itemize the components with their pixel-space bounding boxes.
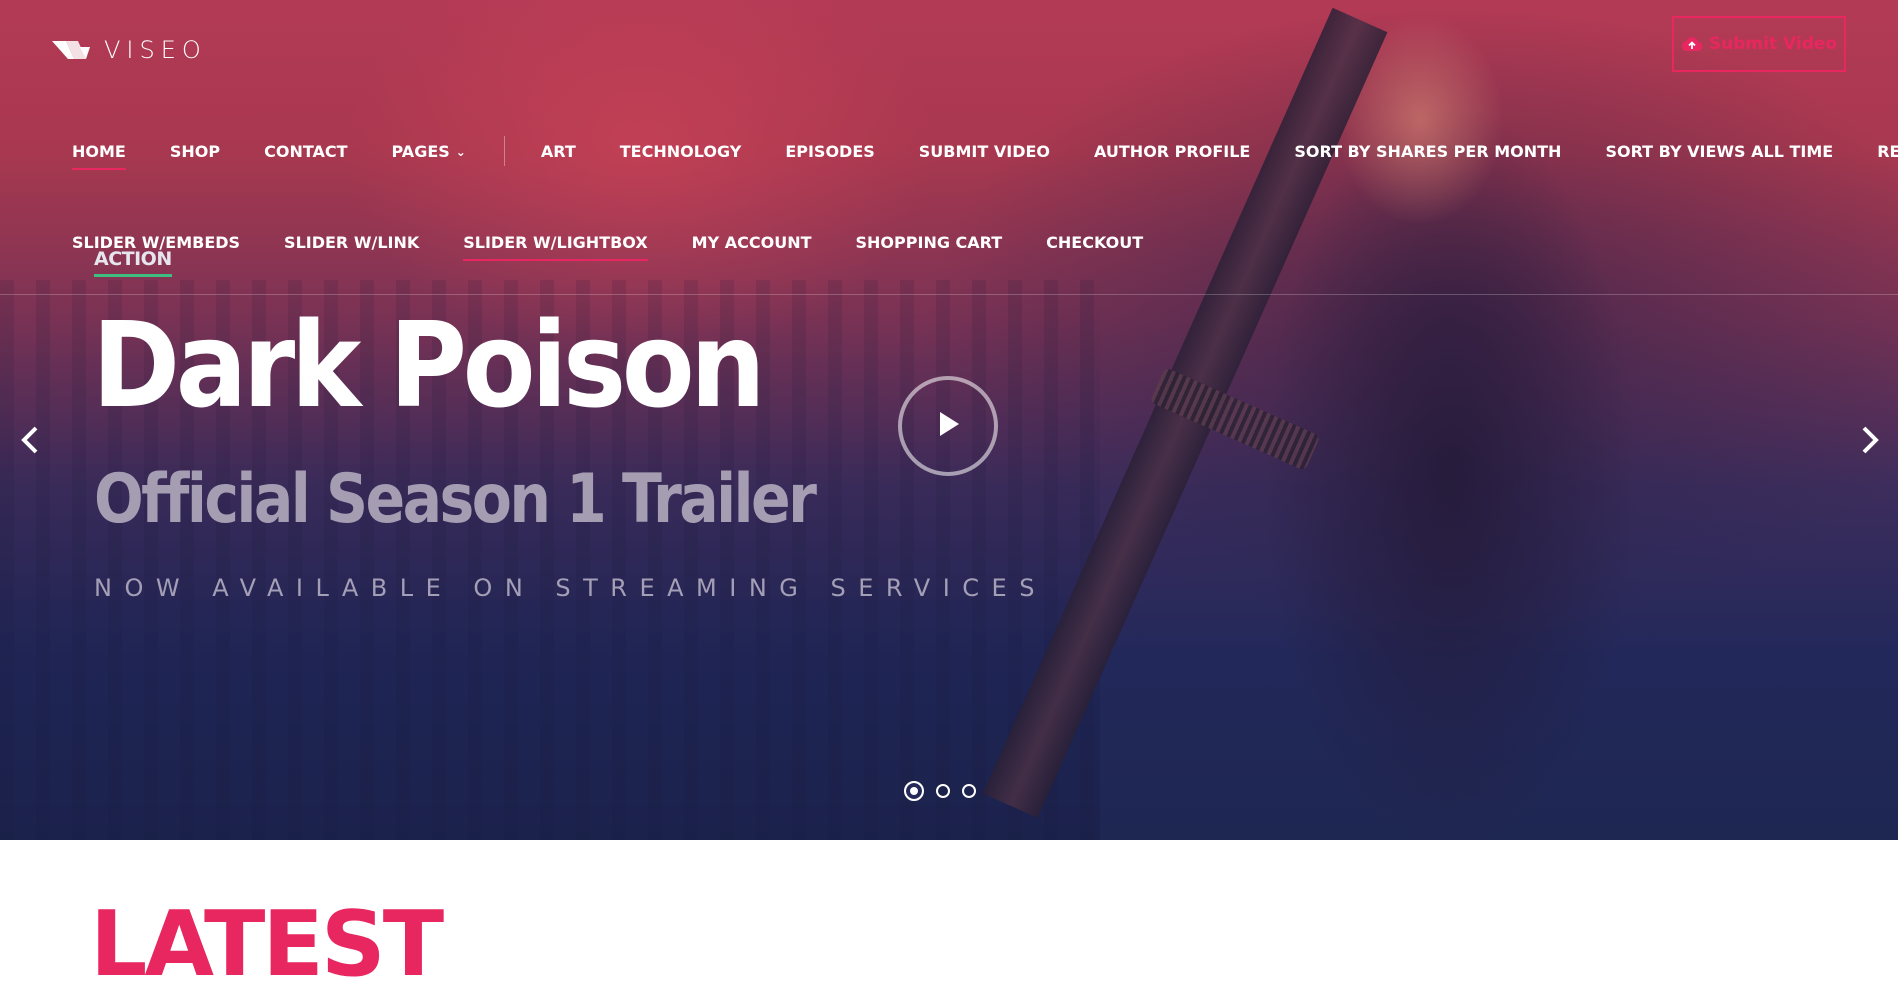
nav-item-contact[interactable]: CONTACT <box>264 142 347 161</box>
chevron-down-icon: ⌄ <box>455 144 466 159</box>
slider-prev-button[interactable] <box>14 420 44 460</box>
slider-pagination <box>904 781 976 801</box>
hero-character-image <box>982 0 1790 840</box>
slide-subtitle: Official Season 1 Trailer <box>94 460 817 539</box>
slide-title: Dark Poison <box>92 296 766 434</box>
slider-dot-2[interactable] <box>936 784 950 798</box>
chevron-left-icon <box>14 426 44 464</box>
nav-item-submit-video[interactable]: SUBMIT VIDEO <box>919 142 1050 161</box>
nav-item-pages-label: PAGES <box>391 141 450 161</box>
nav-item-author-profile[interactable]: AUTHOR PROFILE <box>1094 142 1250 161</box>
nav-item-technology[interactable]: TECHNOLOGY <box>620 142 742 161</box>
site-logo[interactable]: VISEO <box>52 36 207 64</box>
play-icon <box>934 409 962 444</box>
nav-item-sort-by-shares[interactable]: SORT BY SHARES PER MONTH <box>1294 142 1561 161</box>
nav-item-pages[interactable]: PAGES ⌄ <box>392 142 466 161</box>
secondary-nav: SLIDER W/EMBEDS SLIDER W/LINK SLIDER W/L… <box>72 233 1187 261</box>
slider-dot-1[interactable] <box>904 781 924 801</box>
header-divider <box>0 294 1898 295</box>
nav-item-shop[interactable]: SHOP <box>170 142 220 161</box>
latest-section-heading: LATEST <box>90 892 444 997</box>
slide-tagline: NOW AVAILABLE ON STREAMING SERVICES <box>94 574 1047 602</box>
cloud-upload-icon <box>1681 36 1703 52</box>
nav-item-sort-by-views[interactable]: SORT BY VIEWS ALL TIME <box>1605 142 1833 161</box>
submit-video-label: Submit Video <box>1708 34 1838 54</box>
nav-item-shopping-cart[interactable]: SHOPPING CART <box>856 233 1003 252</box>
primary-nav: HOME SHOP CONTACT PAGES ⌄ ART TECHNOLOGY … <box>72 136 1898 170</box>
nav-item-checkout[interactable]: CHECKOUT <box>1046 233 1143 252</box>
slide-category-tag[interactable]: ACTION <box>94 248 172 277</box>
nav-item-register[interactable]: REGISTER <box>1877 142 1898 161</box>
submit-video-button[interactable]: Submit Video <box>1672 16 1846 72</box>
slider-next-button[interactable] <box>1856 420 1886 460</box>
nav-item-my-account[interactable]: MY ACCOUNT <box>692 233 812 252</box>
play-video-button[interactable] <box>898 376 998 476</box>
nav-item-slider-lightbox[interactable]: SLIDER W/LIGHTBOX <box>463 233 649 261</box>
nav-item-art[interactable]: ART <box>541 142 576 161</box>
nav-item-slider-link[interactable]: SLIDER W/LINK <box>284 233 419 252</box>
nav-divider <box>503 136 505 166</box>
chevron-right-icon <box>1856 426 1886 464</box>
nav-item-home[interactable]: HOME <box>72 142 126 170</box>
slider-dot-3[interactable] <box>962 784 976 798</box>
logo-mark-icon <box>52 37 92 63</box>
nav-item-episodes[interactable]: EPISODES <box>785 142 874 161</box>
brand-name: VISEO <box>104 36 207 64</box>
